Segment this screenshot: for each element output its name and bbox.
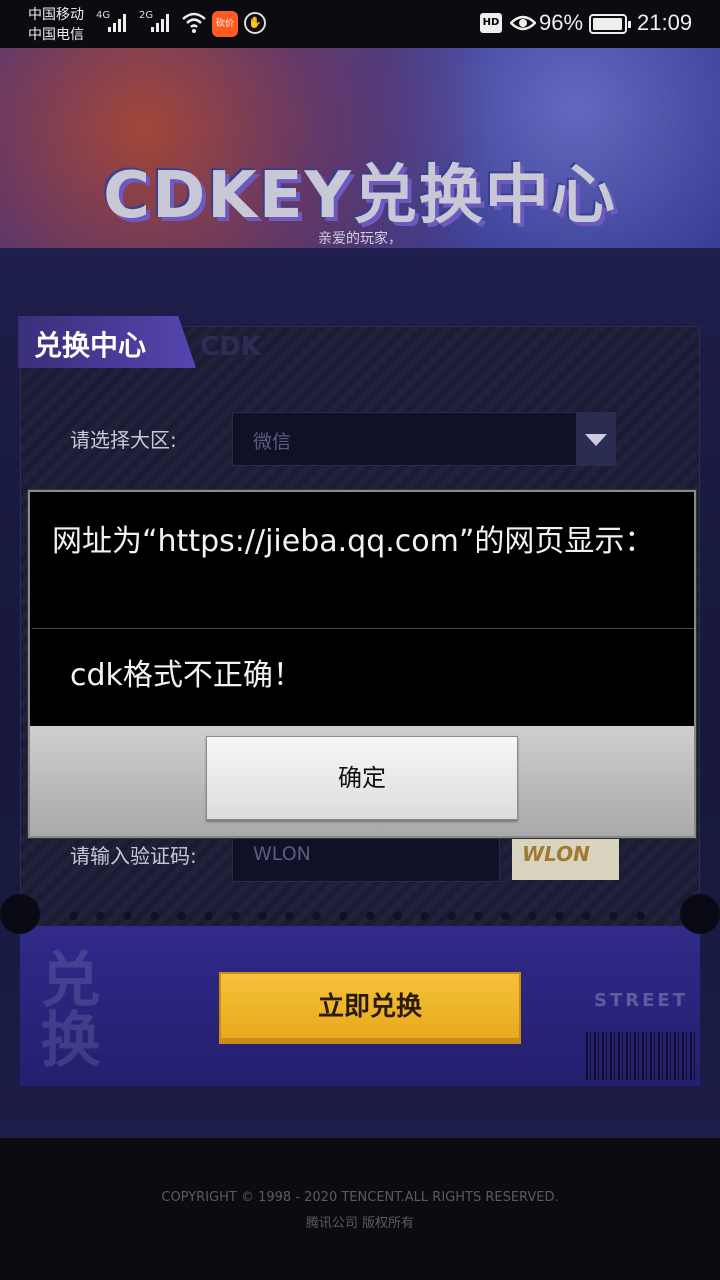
panel-tab: 兑换中心 xyxy=(18,316,196,368)
redeem-button[interactable]: 立即兑换 xyxy=(219,972,521,1044)
greeting-text: 亲爱的玩家， xyxy=(318,231,402,247)
signal-icon-2 xyxy=(151,12,169,32)
ticket-notch-left xyxy=(0,894,40,934)
status-bar: 中国移动 中国电信 4G 2G 砍价 ✋ HD 96% 21:09 xyxy=(0,0,720,48)
battery-icon xyxy=(589,14,631,34)
dialog-divider xyxy=(32,628,694,629)
dialog-title: 网址为“https://jieba.qq.com”的网页显示： xyxy=(52,524,655,559)
clock: 21:09 xyxy=(637,10,693,35)
copyright-text: COPYRIGHT © 1998 - 2020 TENCENT.ALL RIGH… xyxy=(161,1190,559,1205)
footer xyxy=(0,1138,720,1280)
ticket-notch-right xyxy=(680,894,720,934)
app-notification-icon: 砍价 xyxy=(212,11,238,37)
dialog-message: cdk格式不正确！ xyxy=(70,658,303,693)
alert-dialog: 网址为“https://jieba.qq.com”的网页显示： cdk格式不正确… xyxy=(28,490,696,838)
wifi-icon xyxy=(182,12,206,33)
captcha-image[interactable]: WLON xyxy=(512,834,619,880)
hd-icon: HD xyxy=(480,13,502,33)
carrier-2: 中国电信 xyxy=(28,27,84,43)
region-select[interactable]: 微信 xyxy=(232,412,616,466)
dialog-footer: 确定 xyxy=(30,726,694,836)
decorative-text: 兑换 xyxy=(30,948,100,1068)
barcode-icon xyxy=(586,1032,696,1080)
chevron-down-icon[interactable] xyxy=(576,412,616,466)
carrier-names: 中国移动 中国电信 xyxy=(28,5,84,45)
hand-icon: ✋ xyxy=(244,12,266,34)
street-text: STREET xyxy=(594,990,688,1011)
carrier-1: 中国移动 xyxy=(28,7,84,23)
panel-tab-ghost-text: CDK xyxy=(200,332,261,362)
page-title: CDKEY兑换中心 xyxy=(103,159,617,233)
captcha-label: 请输入验证码: xyxy=(70,844,197,868)
panel-tab-label: 兑换中心 xyxy=(34,329,147,362)
signal-icon-1 xyxy=(108,12,126,32)
region-label: 请选择大区: xyxy=(70,428,177,452)
eye-comfort-icon xyxy=(510,15,536,31)
company-text: 腾讯公司 版权所有 xyxy=(305,1216,415,1231)
ok-button[interactable]: 确定 xyxy=(206,736,518,820)
battery-percent: 96% xyxy=(539,10,584,35)
ticket-perforation xyxy=(60,912,660,920)
